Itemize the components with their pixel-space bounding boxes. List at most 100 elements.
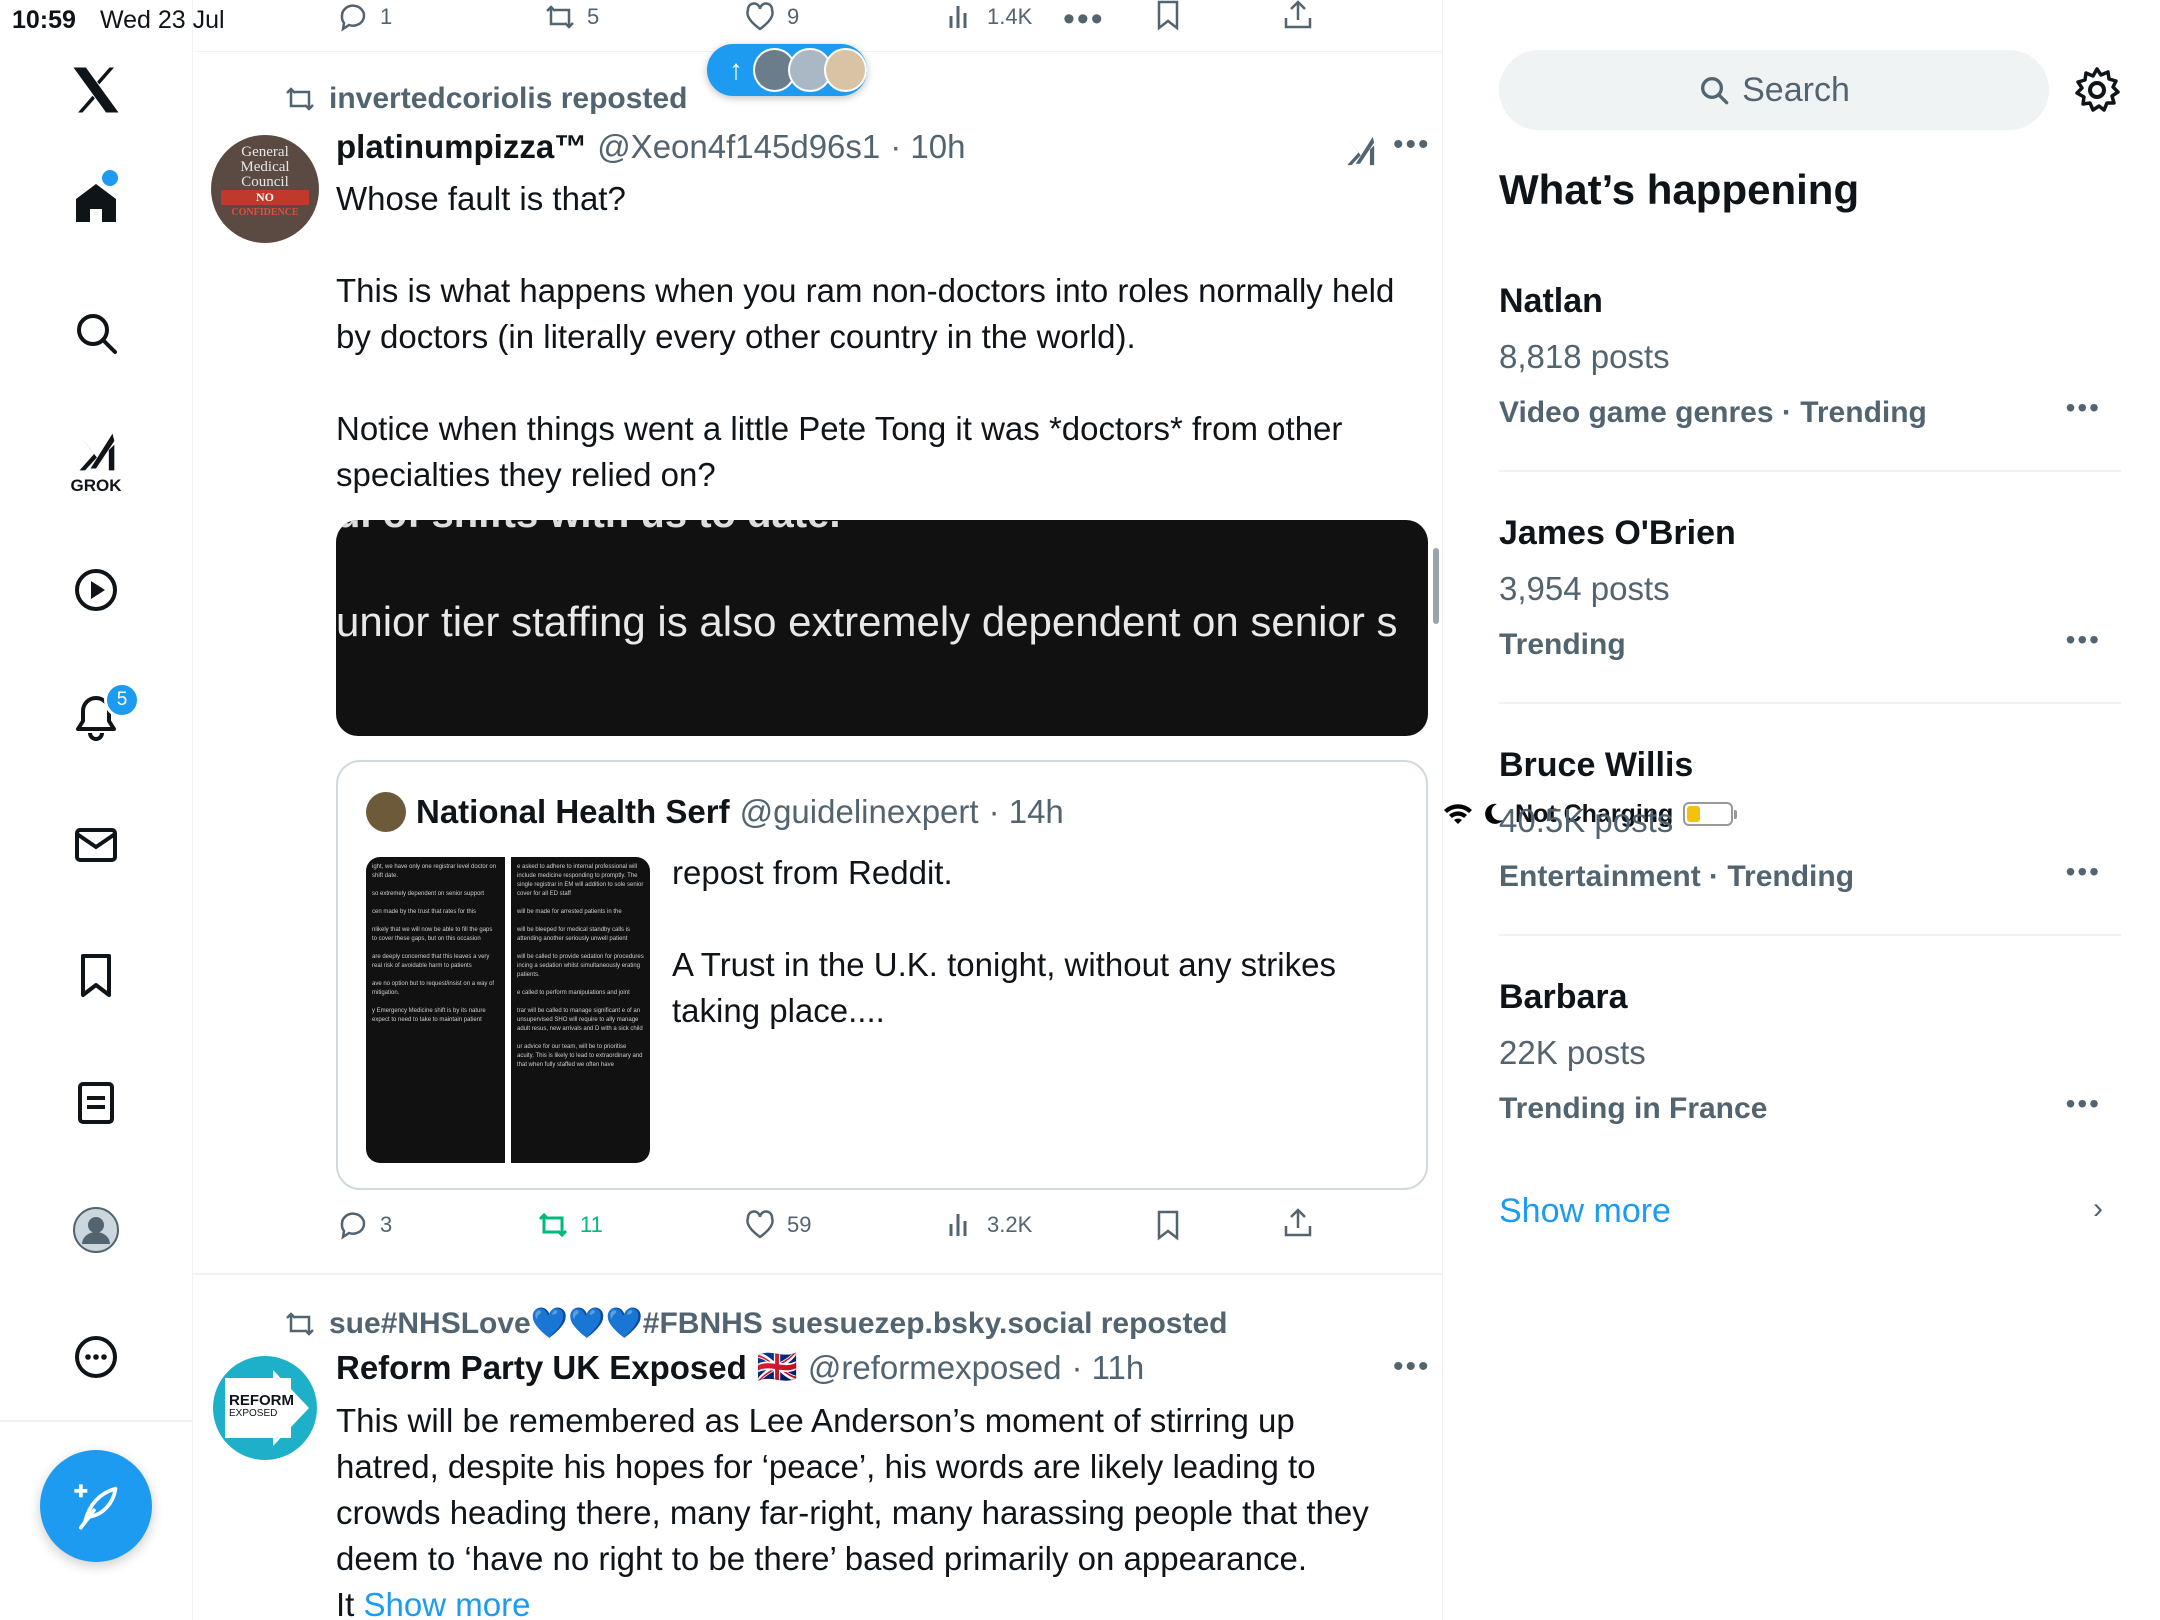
messages-icon[interactable] <box>46 800 146 890</box>
trend-item[interactable]: Bruce Willis 40.5K posts Entertainment ·… <box>1499 634 2119 893</box>
bookmark-button[interactable] <box>1151 1208 1185 1242</box>
reply-button[interactable]: 1 <box>336 0 392 34</box>
reply-count: 1 <box>380 4 393 29</box>
author-handle[interactable]: @reformexposed <box>808 1349 1062 1387</box>
share-button[interactable] <box>1281 0 1315 32</box>
quoted-post[interactable]: National Health Serf @guidelinexpert · 1… <box>336 760 1428 1190</box>
repost-count: 11 <box>580 1212 603 1237</box>
avatar-text: Council <box>241 174 289 190</box>
avatar-text: CONFIDENCE <box>231 207 299 218</box>
post-text: This will be remembered as Lee Anderson’… <box>336 1402 1378 1577</box>
reply-button[interactable]: 3 <box>336 1208 392 1242</box>
quote-doc-column: e asked to adhere to internal profession… <box>511 857 650 1163</box>
views-count: 3.2K <box>987 1212 1033 1237</box>
repost-count: 5 <box>587 4 600 29</box>
home-icon[interactable] <box>46 158 146 248</box>
left-nav: GROK 5 <box>0 0 193 1620</box>
show-more-trends-link[interactable]: Show more <box>1499 1192 1671 1231</box>
trend-posts: 3,954 posts <box>1499 570 1670 607</box>
trend-more-icon[interactable]: ••• <box>2066 1088 2101 1120</box>
lists-icon[interactable] <box>46 1058 146 1148</box>
settings-gear-icon[interactable] <box>2073 66 2121 114</box>
post-author-avatar[interactable]: General Medical Council NO CONFIDENCE <box>211 135 319 243</box>
quote-header: National Health Serf @guidelinexpert · 1… <box>366 792 1064 832</box>
author-name[interactable]: platinumpizza™ <box>336 128 587 166</box>
quote-author-handle[interactable]: @guidelinexpert <box>740 793 979 831</box>
trend-item[interactable]: James O'Brien 3,954 posts Trending ••• <box>1499 402 2119 661</box>
repost-button[interactable]: 11 <box>536 1208 603 1242</box>
reposted-by-text: sue#NHSLove💙💙💙#FBNHS suesuezep.bsky.soci… <box>329 1307 1228 1340</box>
trend-category: Trending in France <box>1499 1092 1768 1125</box>
post-more-icon[interactable]: ••• <box>1393 1350 1431 1384</box>
like-count: 59 <box>787 1212 812 1237</box>
share-icon <box>1284 1208 1312 1237</box>
more-icon[interactable] <box>46 1312 146 1402</box>
notifications-icon[interactable]: 5 <box>46 672 146 762</box>
search-icon[interactable] <box>46 288 146 378</box>
repost-indicator[interactable]: sue#NHSLove💙💙💙#FBNHS suesuezep.bsky.soci… <box>283 1306 1227 1341</box>
views-icon <box>949 1214 967 1236</box>
post-header: Reform Party UK Exposed 🇬🇧 @reformexpose… <box>336 1348 1144 1387</box>
author-handle[interactable]: @Xeon4f145d96s1 <box>597 128 880 166</box>
timeline-feed: 1 5 9 1.4K ••• invertedcoriolis reposted… <box>193 0 1443 1620</box>
author-name[interactable]: Reform Party UK Exposed <box>336 1349 747 1387</box>
avatar-text: EXPOSED <box>229 1408 278 1419</box>
flag-icon: 🇬🇧 <box>756 1348 798 1385</box>
quote-author-name[interactable]: National Health Serf <box>416 793 730 831</box>
trend-name: Natlan <box>1499 282 1603 320</box>
views-button[interactable]: 3.2K <box>943 1208 1032 1242</box>
share-icon <box>1284 0 1312 29</box>
grok-icon[interactable] <box>1343 133 1377 169</box>
post-media[interactable]: ul of shifts with us to date. unior tier… <box>336 520 1428 736</box>
repost-icon <box>286 1311 314 1336</box>
post-author-avatar[interactable]: REFORM EXPOSED <box>213 1356 317 1460</box>
reply-icon <box>340 4 366 32</box>
like-button[interactable]: 9 <box>743 0 799 34</box>
repost-button[interactable]: 5 <box>543 0 599 34</box>
media-text-line: ul of shifts with us to date. <box>336 520 840 537</box>
trend-item[interactable]: Natlan 8,818 posts Video game genres · T… <box>1499 170 2119 429</box>
video-icon[interactable] <box>46 545 146 635</box>
quote-author-avatar <box>366 792 406 832</box>
post-time[interactable]: · 11h <box>1071 1349 1144 1387</box>
nav-divider <box>0 1420 193 1422</box>
views-count: 1.4K <box>987 4 1033 29</box>
compose-feather-icon <box>74 1484 118 1530</box>
compose-button[interactable] <box>40 1450 152 1562</box>
quote-time[interactable]: · 14h <box>989 793 1064 831</box>
quote-text: repost from Reddit. A Trust in the U.K. … <box>672 854 1336 1029</box>
repost-indicator[interactable]: invertedcoriolis reposted <box>283 82 687 116</box>
quote-image[interactable]: ight, we have only one registrar level d… <box>366 857 650 1163</box>
bookmarks-icon[interactable] <box>46 930 146 1020</box>
views-button[interactable]: 1.4K <box>943 0 1032 34</box>
x-logo-icon[interactable] <box>46 45 146 135</box>
search-placeholder: Search <box>1742 70 1850 109</box>
overflow-dots-icon[interactable]: ••• <box>1063 0 1105 39</box>
arrow-up-icon: ↑ <box>729 54 743 85</box>
trend-item[interactable]: Barbara 22K posts Trending in France ••• <box>1499 866 2119 1125</box>
bookmark-icon <box>1157 1210 1179 1241</box>
avatar-text: Medical <box>240 159 290 175</box>
post-time[interactable]: · 10h <box>890 128 965 166</box>
reply-count: 3 <box>380 1212 393 1237</box>
bookmark-button[interactable] <box>1151 0 1185 32</box>
show-more-link[interactable]: Show more <box>364 1586 531 1620</box>
search-input[interactable]: Search <box>1499 50 2049 130</box>
heart-icon <box>746 1210 774 1239</box>
media-text-line: unior tier staffing is also extremely de… <box>336 598 1398 645</box>
pill-avatar <box>823 48 867 92</box>
new-posts-pill[interactable]: ↑ <box>707 44 867 96</box>
quote-doc-column: ight, we have only one registrar level d… <box>366 857 505 1163</box>
share-button[interactable] <box>1281 1206 1315 1240</box>
trend-posts: 40.5K posts <box>1499 802 1674 839</box>
views-icon <box>949 6 967 28</box>
repost-icon <box>546 5 574 29</box>
grok-icon[interactable]: GROK <box>46 418 146 508</box>
post-more-icon[interactable]: ••• <box>1393 128 1431 162</box>
profile-avatar[interactable] <box>46 1185 146 1275</box>
scrollbar[interactable] <box>1433 548 1439 624</box>
trend-posts: 22K posts <box>1499 1034 1646 1071</box>
chevron-right-icon: › <box>2093 1192 2103 1225</box>
like-button[interactable]: 59 <box>743 1208 811 1242</box>
repost-icon <box>538 1212 568 1238</box>
